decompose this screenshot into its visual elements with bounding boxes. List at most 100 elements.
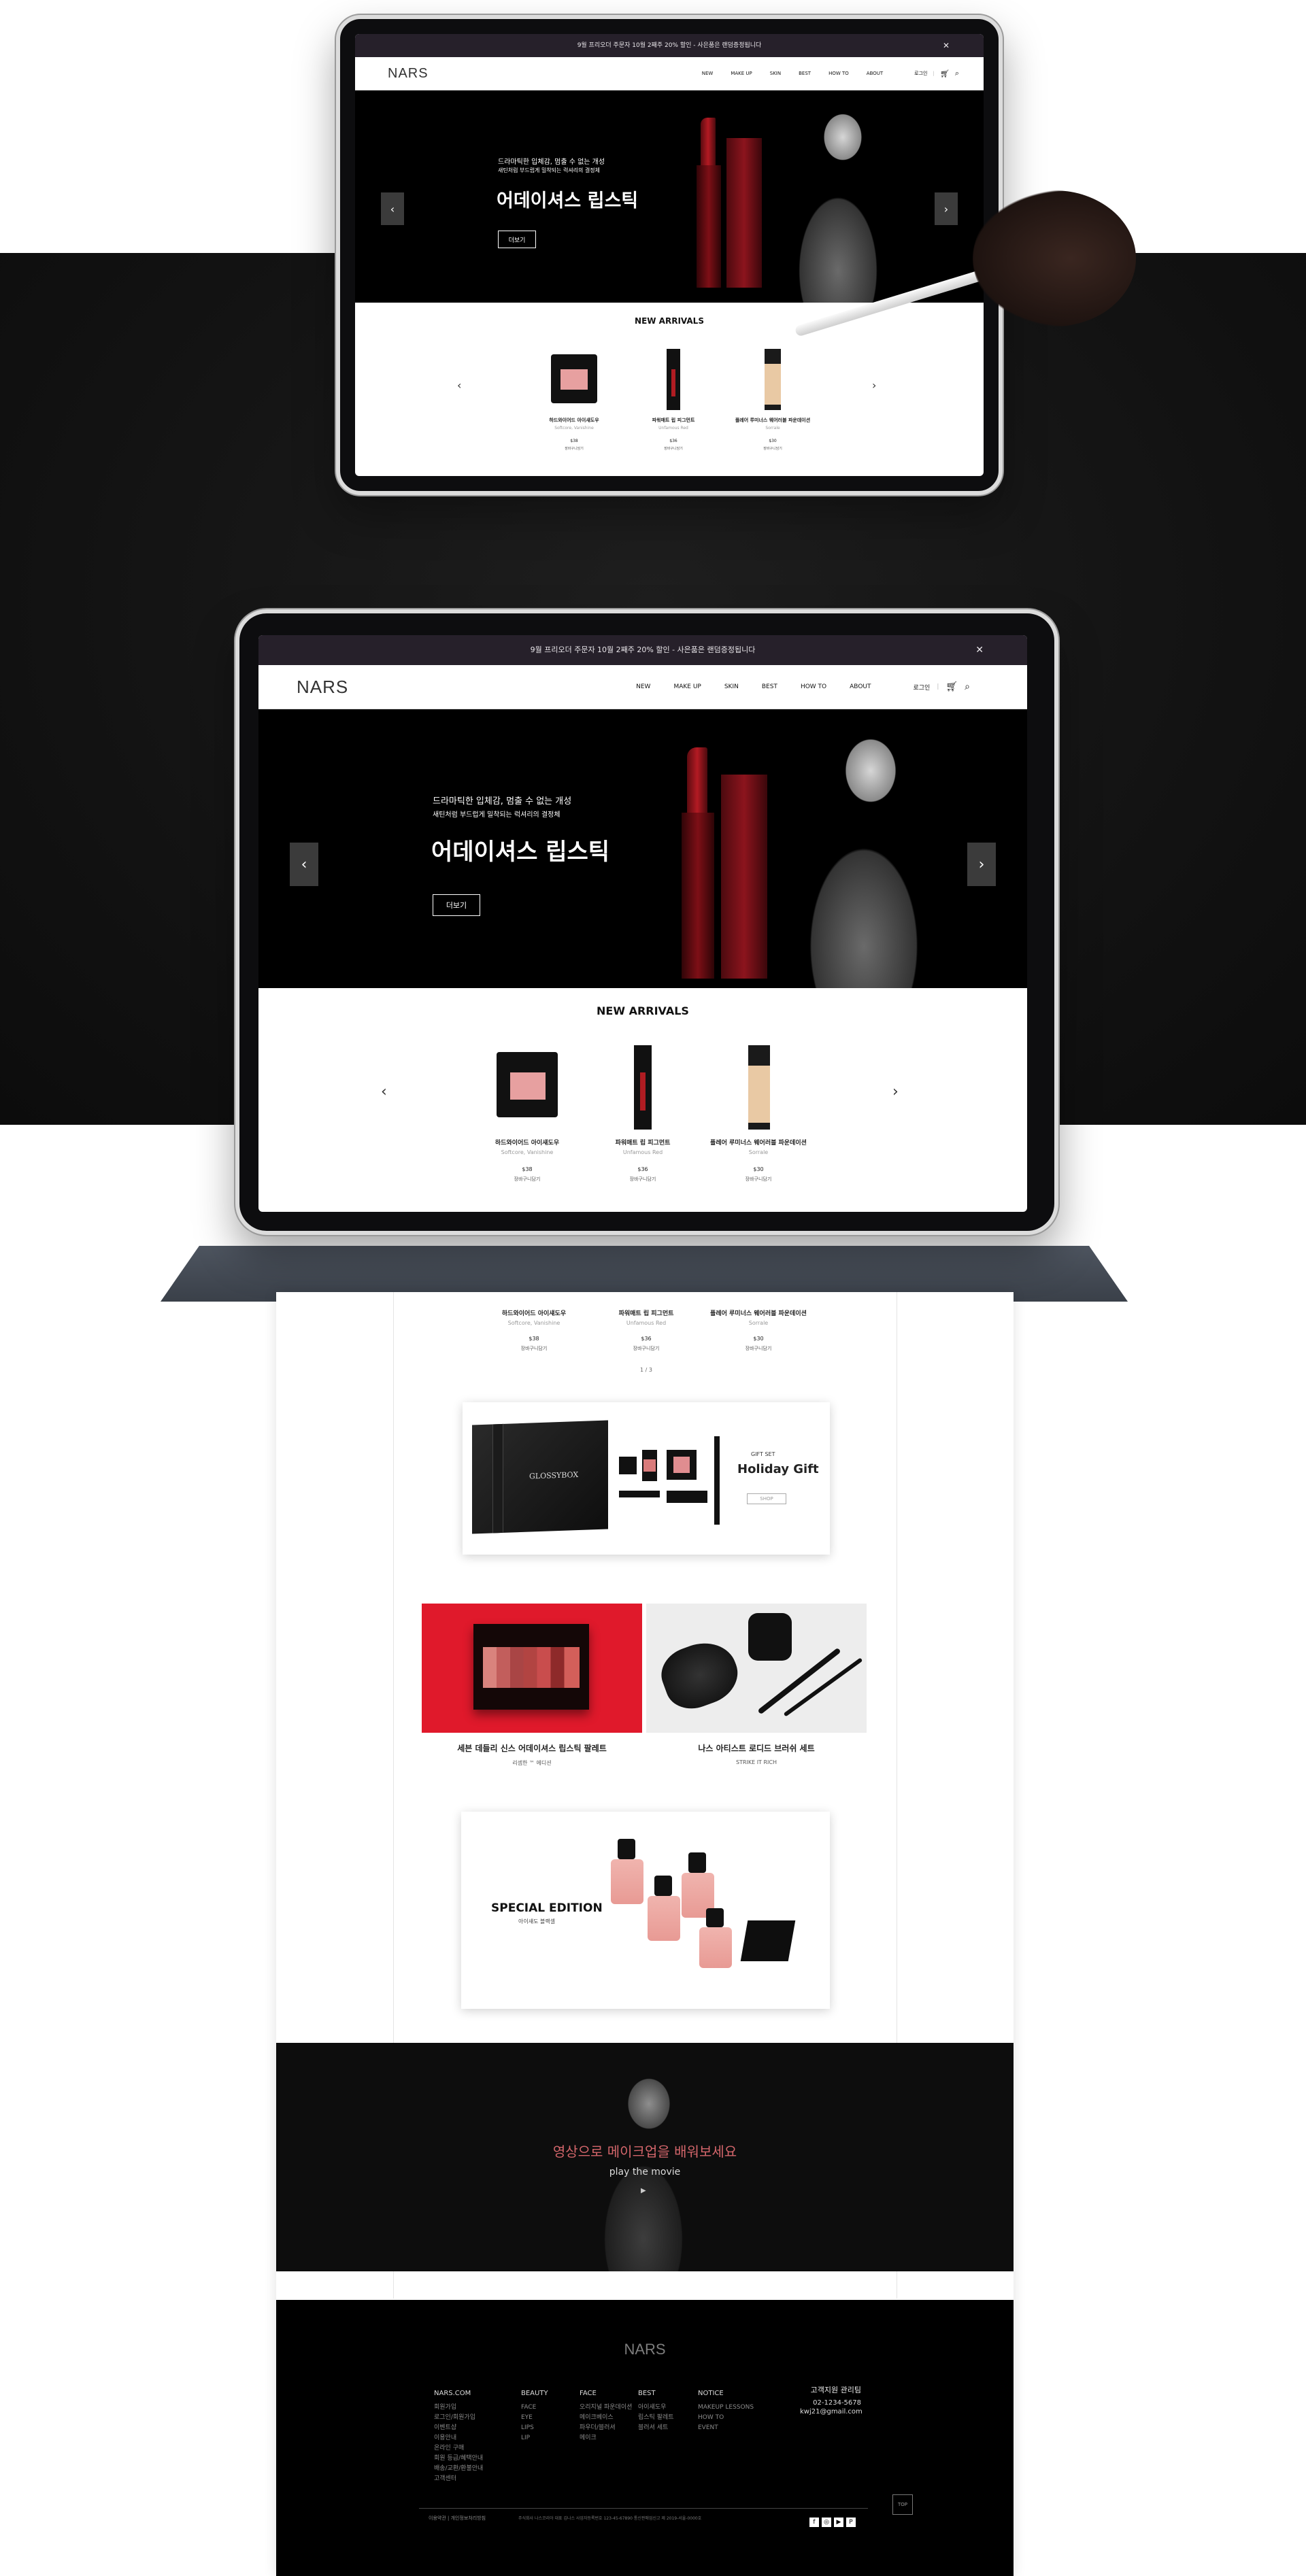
hero-more-button[interactable]: 더보기 — [498, 231, 536, 248]
chevron-left-icon[interactable]: ‹ — [381, 192, 404, 225]
gift-small-label: GIFT SET — [751, 1451, 775, 1457]
footer-link[interactable]: 온라인 구매 — [434, 2443, 483, 2454]
footer-link[interactable]: 블러셔 세트 — [638, 2423, 674, 2433]
product-card[interactable]: 플레어 루미너스 웨어러블 파운데이션 Sorrale $30 장바구니담기 — [701, 1308, 816, 1352]
footer-link[interactable]: 회원가입 — [434, 2403, 483, 2413]
menu-item-best[interactable]: BEST — [799, 71, 811, 76]
menu-item-howto[interactable]: HOW TO — [801, 683, 826, 690]
footer-link[interactable]: 립스틱 팔레트 — [638, 2413, 674, 2423]
movie-section[interactable]: 영상으로 메이크업을 배워보세요 play the movie ▶ — [276, 2043, 1014, 2271]
pager: 1 / 3 — [640, 1367, 652, 1373]
footer-divider — [419, 2508, 868, 2509]
search-icon[interactable]: ⌕ — [965, 681, 970, 692]
menu-item-new[interactable]: NEW — [636, 683, 650, 690]
gift-box-label: GLOSSYBOX — [529, 1470, 579, 1481]
chevron-left-icon[interactable]: ‹ — [290, 843, 318, 886]
footer-link[interactable]: 오리지널 파운데이션 — [580, 2403, 632, 2413]
footer-link[interactable]: 메이크베이스 — [580, 2413, 632, 2423]
footer-link[interactable]: LIP — [521, 2433, 548, 2443]
product-price: $38 — [529, 1336, 539, 1342]
menu-item-howto[interactable]: HOW TO — [828, 71, 849, 76]
footer-link[interactable]: 이용안내 — [434, 2433, 483, 2443]
chevron-right-icon[interactable]: › — [892, 1083, 899, 1100]
search-icon[interactable]: ⌕ — [955, 69, 959, 78]
product-card[interactable]: 파워매트 립 피그먼트 Unfamous Red $36 장바구니담기 — [592, 1043, 694, 1183]
menu-item-about[interactable]: ABOUT — [850, 683, 871, 690]
add-to-cart-link[interactable]: 장바구니담기 — [476, 1345, 592, 1352]
footer-link[interactable]: 배송/교환/환불안내 — [434, 2464, 483, 2474]
notice-text: 9월 프리오더 주문자 10월 2째주 20% 할인 - 사은품은 랜덤증정됩니… — [530, 645, 756, 654]
hero-more-button[interactable]: 더보기 — [433, 894, 480, 916]
add-to-cart-link[interactable]: 장바구니담기 — [732, 446, 814, 451]
footer-link[interactable]: 메이크 — [580, 2433, 632, 2443]
product-card[interactable]: 하드와이어드 아이섀도우 Softcore, Vanishine $38 장바구… — [476, 1043, 578, 1183]
login-link[interactable]: 로그인 — [913, 683, 930, 692]
footer-logo[interactable]: NARS — [276, 2341, 1014, 2358]
menu-item-skin[interactable]: SKIN — [724, 683, 739, 690]
menu-item-skin[interactable]: SKIN — [770, 71, 781, 76]
hero-banner: ‹ › 드라마틱한 입체감, 멈출 수 없는 개성 새틴처럼 부드럽게 밀착되는… — [258, 709, 1027, 988]
product-card[interactable]: 플레어 루미너스 웨어러블 파운데이션 Sorrale $30 장바구니담기 — [707, 1043, 809, 1183]
menu-item-new[interactable]: NEW — [702, 71, 714, 76]
facebook-icon[interactable]: f — [809, 2518, 819, 2527]
product-card[interactable]: 파워매트 립 피그먼트 Unfamous Red $36 장바구니담기 — [592, 1308, 701, 1352]
product-price: $36 — [641, 1336, 652, 1342]
product-image — [633, 346, 714, 411]
close-icon[interactable]: ✕ — [975, 635, 984, 665]
logo[interactable]: NARS — [388, 66, 429, 82]
product-en-name: Sorrale — [748, 1149, 769, 1155]
footer-link[interactable]: 파우더/블러셔 — [580, 2423, 632, 2433]
close-icon[interactable]: ✕ — [943, 34, 950, 57]
footer-link[interactable]: EYE — [521, 2413, 548, 2423]
chevron-left-icon[interactable]: ‹ — [381, 1083, 387, 1100]
add-to-cart-link[interactable]: 장바구니담기 — [707, 1176, 809, 1183]
special-edition-card[interactable]: SPECIAL EDITION 아이섀도 블랙셀 — [461, 1812, 830, 2009]
product-name: 파워매트 립 피그먼트 — [618, 1310, 674, 1317]
menu-item-best[interactable]: BEST — [762, 683, 777, 690]
menu-item-makeup[interactable]: MAKE UP — [673, 683, 701, 690]
play-icon[interactable]: ▶ — [641, 2187, 646, 2194]
back-to-top-button[interactable]: TOP — [892, 2494, 913, 2515]
menu-item-makeup[interactable]: MAKE UP — [731, 71, 752, 76]
cart-icon[interactable]: 🛒︎ — [940, 69, 950, 78]
promo-palette[interactable]: 세븐 데들리 신스 어데이셔스 립스틱 팔레트 리셉한 ™ 에디션 — [422, 1604, 642, 1767]
footer-link[interactable]: 고객센터 — [434, 2474, 483, 2484]
footer-copy-links[interactable]: 이용약관 | 개인정보처리방침 — [429, 2515, 486, 2522]
add-to-cart-link[interactable]: 장바구니담기 — [476, 1176, 578, 1183]
tablet-device-main: 9월 프리오더 주문자 10월 2째주 20% 할인 - 사은품은 랜덤증정됩니… — [235, 609, 1058, 1235]
product-card[interactable]: 하드와이어드 아이섀도우 Softcore, Vanishine $38 장바구… — [476, 1308, 592, 1352]
footer-link[interactable]: EVENT — [698, 2423, 754, 2433]
youtube-icon[interactable]: ▶ — [834, 2518, 843, 2527]
footer-link[interactable]: 회원 등급/혜택안내 — [434, 2454, 483, 2464]
instagram-icon[interactable]: ◎ — [822, 2518, 831, 2527]
footer-link[interactable]: 로그인/회원가입 — [434, 2413, 483, 2423]
logo[interactable]: NARS — [297, 677, 348, 698]
product-en-name: Unfamous Red — [626, 1320, 667, 1326]
cart-icon[interactable]: 🛒︎ — [945, 681, 958, 692]
add-to-cart-link[interactable]: 장바구니담기 — [592, 1176, 694, 1183]
promo-brush-set[interactable]: 나스 아티스트 로디드 브러쉬 세트 STRIKE IT RICH — [646, 1604, 867, 1767]
footer-link[interactable]: 아이섀도우 — [638, 2403, 674, 2413]
notice-bar: 9월 프리오더 주문자 10월 2째주 20% 할인 - 사은품은 랜덤증정됩니… — [355, 34, 984, 57]
product-card[interactable]: 파워매트 립 피그먼트 Unfamous Red $36 장바구니담기 — [633, 346, 714, 451]
footer-link[interactable]: HOW TO — [698, 2413, 754, 2423]
add-to-cart-link[interactable]: 장바구니담기 — [701, 1345, 816, 1352]
gift-box-image: GLOSSYBOX — [472, 1420, 608, 1534]
hero-sub-2: 새틴처럼 부드럽게 밀착되는 럭셔리의 결정체 — [433, 811, 560, 819]
menu-item-about[interactable]: ABOUT — [867, 71, 883, 76]
chevron-right-icon[interactable]: › — [967, 843, 996, 886]
footer-link[interactable]: LIPS — [521, 2423, 548, 2433]
gift-shop-button[interactable]: SHOP — [747, 1493, 786, 1504]
holiday-gift-card[interactable]: GLOSSYBOX GIFT SET Holiday Gift SHOP — [463, 1402, 830, 1555]
product-card[interactable]: 하드와이어드 아이섀도우 Softcore, Vanishine $38 장바구… — [533, 346, 615, 451]
footer-link[interactable]: FACE — [521, 2403, 548, 2413]
login-link[interactable]: 로그인 — [914, 70, 927, 77]
footer-link[interactable]: MAKEUP LESSONS — [698, 2403, 754, 2413]
movie-model-image — [589, 2056, 698, 2271]
chevron-left-icon[interactable]: ‹ — [457, 379, 461, 392]
footer-link[interactable]: 이벤트샵 — [434, 2423, 483, 2433]
add-to-cart-link[interactable]: 장바구니담기 — [633, 446, 714, 451]
add-to-cart-link[interactable]: 장바구니담기 — [592, 1345, 701, 1352]
add-to-cart-link[interactable]: 장바구니담기 — [533, 446, 615, 451]
pinterest-icon[interactable]: P — [846, 2518, 856, 2527]
